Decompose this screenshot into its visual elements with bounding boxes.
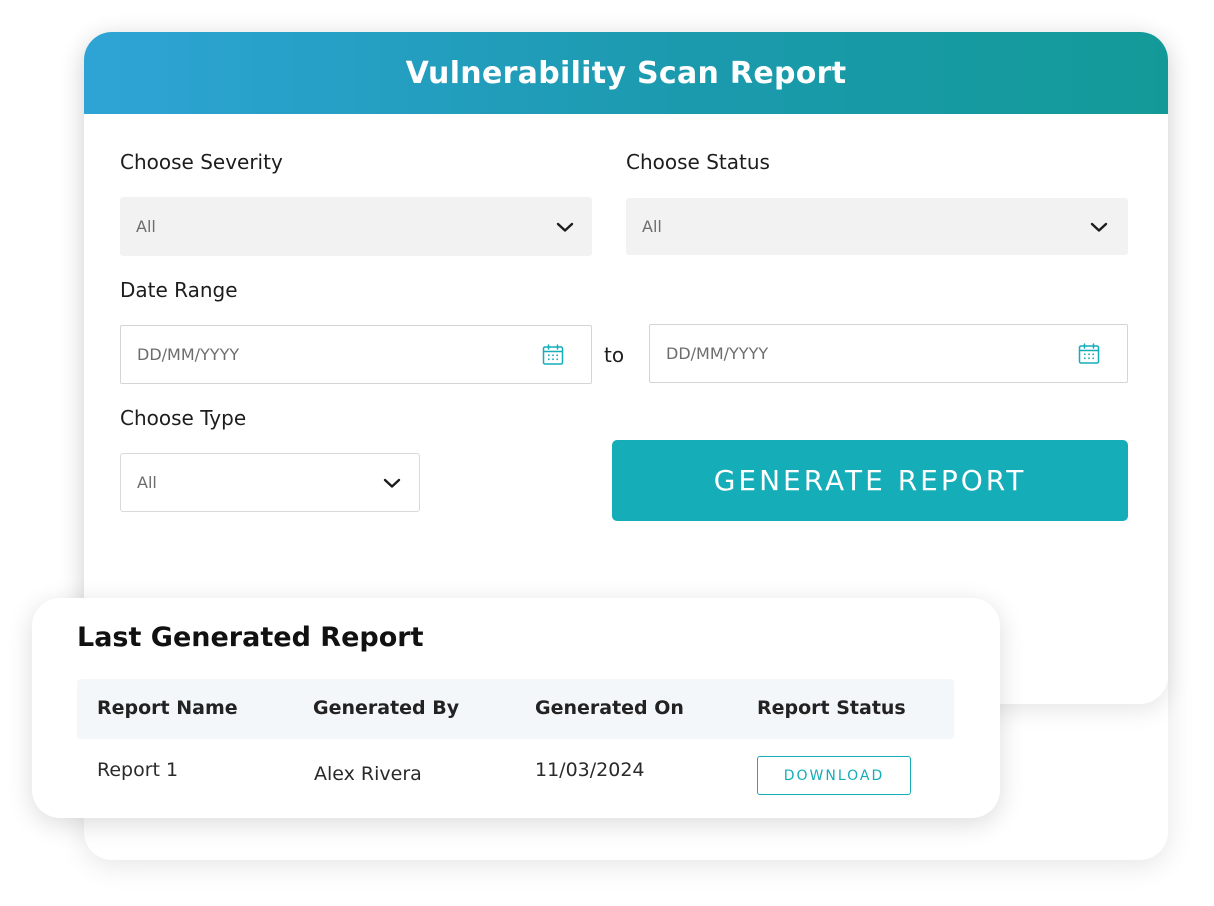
column-header-report-name: Report Name — [97, 697, 238, 719]
last-report-title: Last Generated Report — [77, 622, 424, 653]
date-from-field[interactable]: DD/MM/YYYY — [120, 325, 592, 384]
page-title: Vulnerability Scan Report — [405, 55, 847, 91]
date-to-placeholder: DD/MM/YYYY — [666, 344, 769, 363]
date-to-field[interactable]: DD/MM/YYYY — [649, 324, 1128, 383]
column-header-generated-by: Generated By — [313, 697, 460, 719]
date-range-label: Date Range — [120, 278, 238, 302]
severity-select[interactable]: All — [120, 197, 592, 256]
generate-report-button[interactable]: GENERATE REPORT — [612, 440, 1128, 521]
chevron-down-icon — [556, 222, 574, 232]
chevron-down-icon — [383, 478, 401, 488]
severity-value: All — [136, 217, 156, 236]
status-select[interactable]: All — [626, 198, 1128, 255]
type-label: Choose Type — [120, 406, 247, 430]
last-report-card: Last Generated Report Report Name Genera… — [32, 598, 1000, 818]
status-value: All — [642, 217, 662, 236]
card-header: Vulnerability Scan Report — [84, 32, 1168, 114]
column-header-report-status: Report Status — [757, 697, 906, 719]
chevron-down-icon — [1090, 222, 1108, 232]
generated-on-cell: 11/03/2024 — [535, 759, 645, 781]
calendar-icon[interactable] — [541, 343, 565, 367]
type-value: All — [137, 473, 157, 492]
date-range-separator: to — [604, 343, 625, 367]
type-select[interactable]: All — [120, 453, 420, 512]
calendar-icon[interactable] — [1077, 342, 1101, 366]
date-from-placeholder: DD/MM/YYYY — [137, 345, 240, 364]
download-button[interactable]: DOWNLOAD — [757, 756, 911, 795]
report-name-cell: Report 1 — [97, 759, 179, 781]
column-header-generated-on: Generated On — [535, 697, 684, 719]
status-label: Choose Status — [626, 150, 770, 174]
generated-by-cell: Alex Rivera — [314, 763, 422, 785]
table-header: Report Name Generated By Generated On Re… — [77, 679, 954, 739]
severity-label: Choose Severity — [120, 150, 283, 174]
